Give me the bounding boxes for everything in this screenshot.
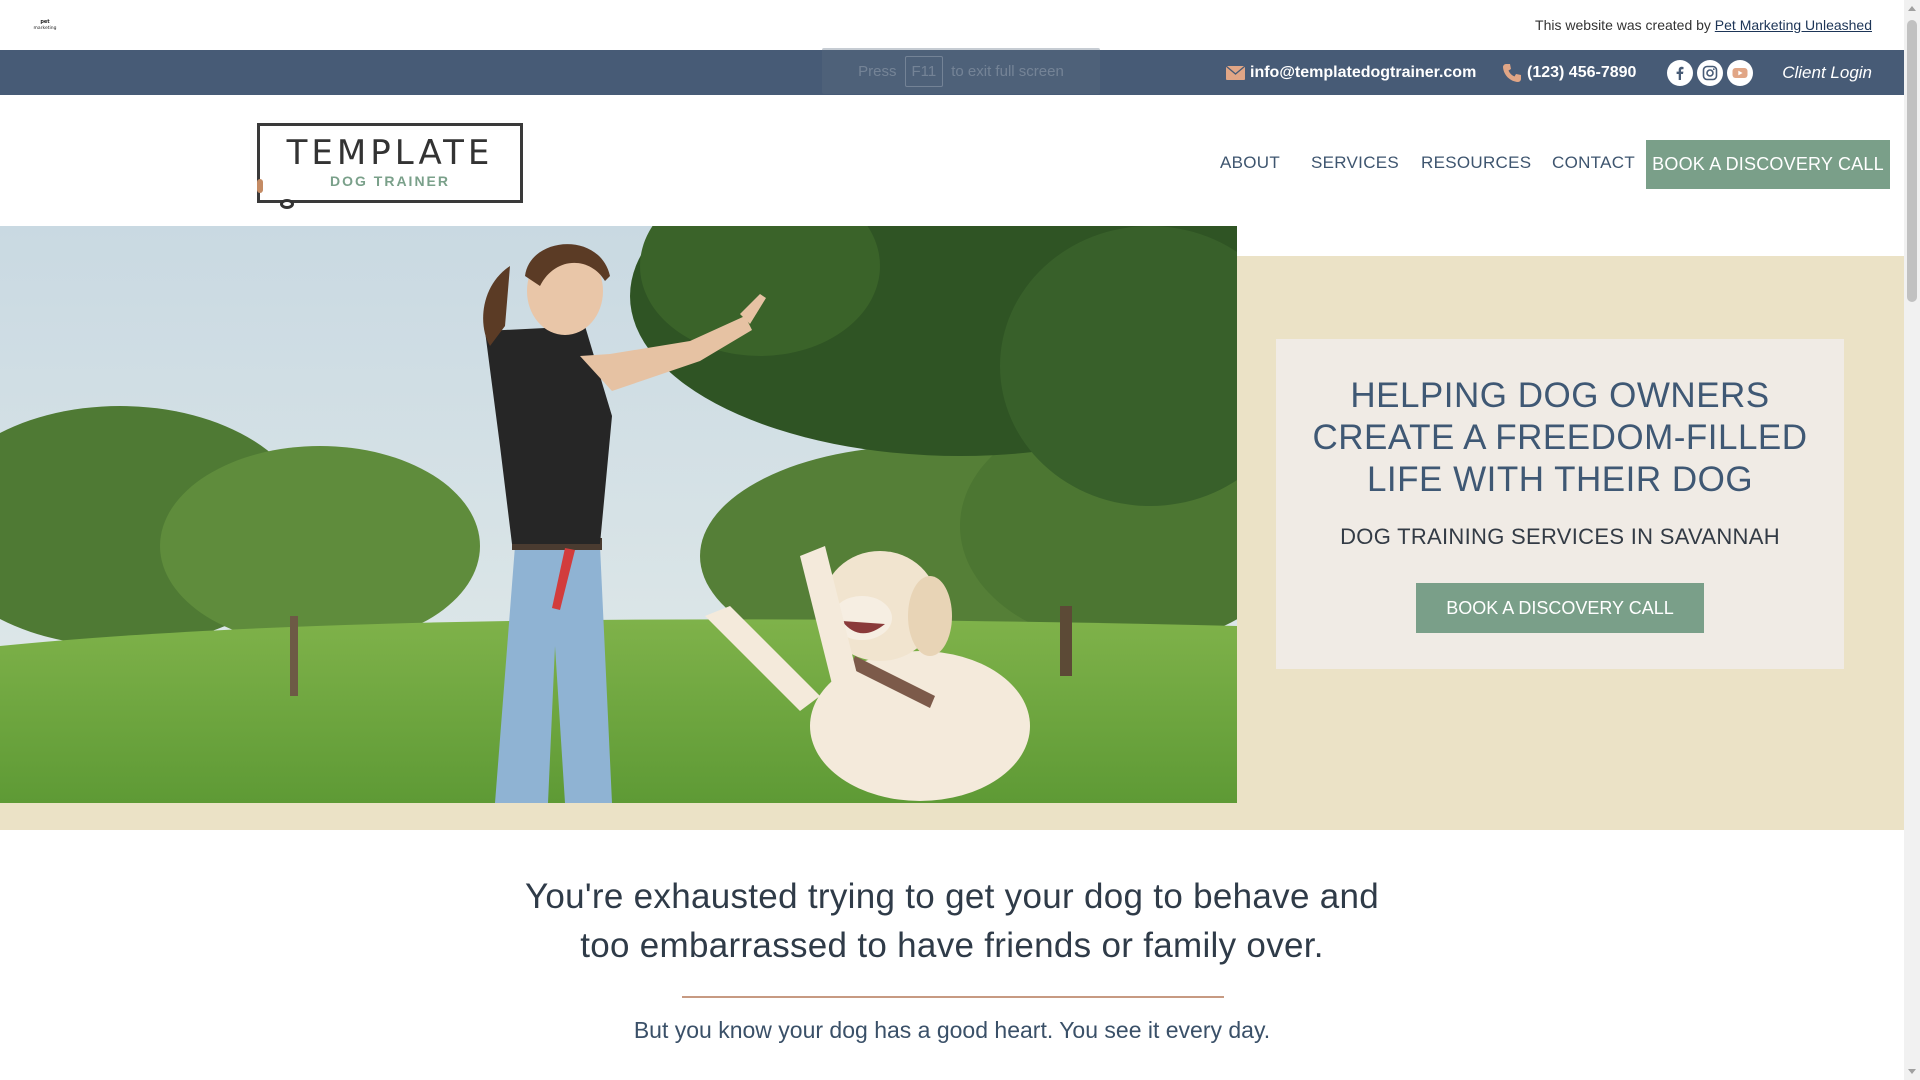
intro-headline-line2: too embarrassed to have friends or famil…	[580, 926, 1324, 965]
youtube-icon[interactable]	[1727, 60, 1753, 86]
scroll-up-arrow-icon[interactable]	[1908, 6, 1916, 11]
scrollbar-thumb[interactable]	[1907, 20, 1917, 302]
client-login-link[interactable]: Client Login	[1782, 50, 1872, 95]
hero-book-discovery-call-button[interactable]: BOOK A DISCOVERY CALL	[1416, 583, 1704, 633]
nav-services[interactable]: SERVICES	[1311, 153, 1399, 173]
facebook-icon[interactable]	[1667, 60, 1693, 86]
site-logo[interactable]: TEMPLATE DOG TRAINER	[257, 123, 523, 209]
pet-marketing-mini-logo[interactable]: pet marketing	[30, 17, 60, 31]
hero-photo	[0, 226, 1237, 803]
svg-text:pet: pet	[40, 19, 50, 25]
fullscreen-hint: Press F11 to exit full screen	[822, 48, 1100, 94]
phone-text: (123) 456-7890	[1527, 63, 1637, 81]
hero-title-text: HELPING DOG OWNERS CREATE A FREEDOM-FILL…	[1312, 376, 1808, 499]
credit-bar: pet marketing This website was created b…	[0, 0, 1904, 50]
envelope-icon	[1226, 65, 1245, 80]
intro-subline: But you know your dog has a good heart. …	[633, 1017, 1271, 1043]
hero-title: HELPING DOG OWNERS CREATE A FREEDOM-FILL…	[1276, 375, 1844, 501]
intro-headline: You're exhausted trying to get your dog …	[0, 872, 1904, 970]
credit-prefix: This website was created by	[1535, 17, 1711, 33]
phone-icon	[1503, 63, 1521, 82]
leash-clip-icon	[257, 179, 263, 193]
credit-link[interactable]: Pet Marketing Unleashed	[1715, 17, 1872, 33]
fullscreen-hint-rest: to exit full screen	[951, 62, 1064, 80]
leash-loop-icon	[280, 199, 294, 209]
nav-resources[interactable]: RESOURCES	[1421, 153, 1531, 173]
nav-contact[interactable]: CONTACT	[1552, 153, 1635, 173]
phone-link[interactable]: (123) 456-7890	[1502, 50, 1636, 95]
nav-about[interactable]: ABOUT	[1220, 153, 1280, 173]
credit-text: This website was created by Pet Marketin…	[1535, 17, 1872, 33]
instagram-icon[interactable]	[1697, 60, 1723, 86]
section-divider	[682, 996, 1224, 998]
logo-title: TEMPLATE	[286, 133, 494, 173]
email-text: info@templatedogtrainer.com	[1250, 63, 1477, 81]
social-links	[1667, 60, 1753, 86]
email-link[interactable]: info@templatedogtrainer.com	[1226, 50, 1476, 95]
svg-text:marketing: marketing	[34, 25, 57, 31]
nav-book-discovery-call-button[interactable]: BOOK A DISCOVERY CALL	[1646, 140, 1890, 189]
fullscreen-hint-press: Press	[858, 62, 897, 80]
fullscreen-hint-key: F11	[904, 55, 944, 87]
page-scrollbar[interactable]	[1904, 0, 1920, 1080]
intro-headline-line1: You're exhausted trying to get your dog …	[524, 877, 1380, 916]
hero-card: HELPING DOG OWNERS CREATE A FREEDOM-FILL…	[1276, 339, 1844, 669]
hero-subtitle: DOG TRAINING SERVICES IN SAVANNAH	[1340, 524, 1780, 549]
scroll-down-arrow-icon[interactable]	[1908, 1069, 1916, 1074]
logo-subtitle: DOG TRAINER	[330, 173, 450, 189]
